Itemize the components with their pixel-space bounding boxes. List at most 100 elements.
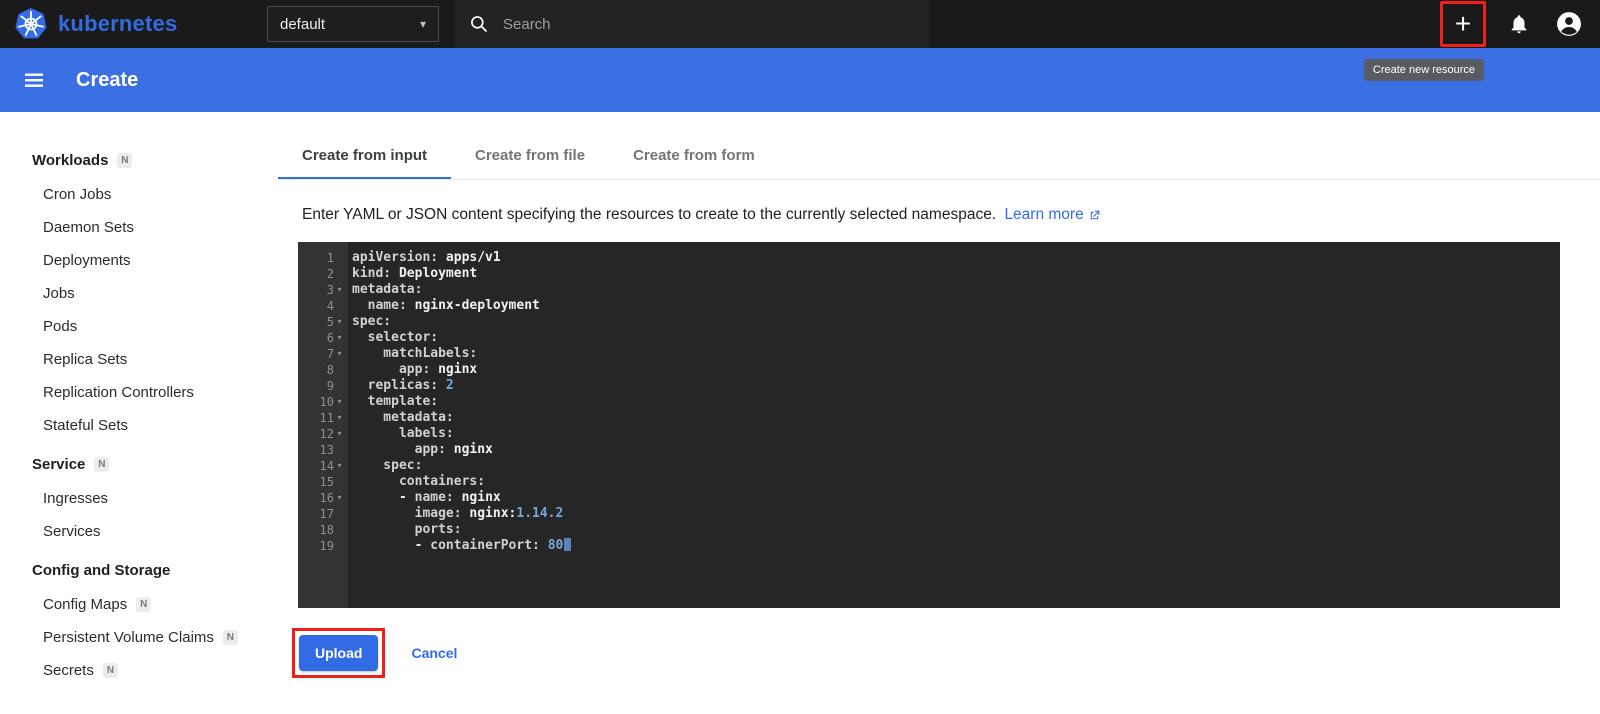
item-label: Config Maps	[43, 596, 128, 613]
gutter-row: 12 ▾	[298, 426, 348, 442]
item-label: Services	[43, 523, 101, 540]
line-number: 5	[326, 315, 334, 329]
sidebar-section-config-and-storage[interactable]: Config and Storage	[32, 552, 278, 588]
sidebar-section-service[interactable]: Service N	[32, 446, 278, 482]
search-box	[455, 0, 929, 48]
sidebar-item-daemon-sets[interactable]: Daemon Sets	[32, 211, 278, 244]
sidebar-item-deployments[interactable]: Deployments	[32, 244, 278, 277]
gutter-row: 4	[298, 298, 348, 314]
gutter-row: 18	[298, 522, 348, 538]
external-link-icon	[1090, 210, 1100, 219]
gutter-row: 10 ▾	[298, 394, 348, 410]
line-number: 15	[319, 475, 334, 489]
sidebar-item-replication-controllers[interactable]: Replication Controllers	[32, 376, 278, 409]
line-number: 3	[326, 283, 334, 297]
sidebar-section-workloads[interactable]: Workloads N	[32, 142, 278, 178]
gutter-row: 5 ▾	[298, 314, 348, 330]
code-line[interactable]: metadata:	[352, 410, 1560, 426]
menu-button[interactable]	[18, 64, 50, 96]
code-line[interactable]: name: nginx-deployment	[352, 298, 1560, 314]
fold-chevron-icon[interactable]: ▾	[334, 494, 345, 502]
item-label: Ingresses	[43, 490, 109, 507]
gutter-row: 13	[298, 442, 348, 458]
line-number: 4	[326, 299, 334, 313]
namespaced-badge: N	[222, 630, 238, 645]
fold-chevron-icon[interactable]: ▾	[334, 350, 345, 358]
sidebar-item-ingresses[interactable]: Ingresses	[32, 482, 278, 515]
create-button[interactable]: +	[1446, 7, 1480, 41]
fold-chevron-icon[interactable]: ▾	[334, 318, 345, 326]
code-line[interactable]: template:	[352, 394, 1560, 410]
fold-chevron-icon[interactable]: ▾	[334, 286, 345, 294]
learn-more-link[interactable]: Learn more	[1004, 206, 1100, 224]
fold-chevron-icon[interactable]: ▾	[334, 462, 345, 470]
sidebar-item-secrets[interactable]: Secrets N	[32, 654, 278, 687]
namespaced-badge: N	[102, 663, 118, 678]
notifications-button[interactable]	[1502, 7, 1536, 41]
line-number: 16	[319, 491, 334, 505]
code-line[interactable]: - containerPort: 80	[352, 538, 1560, 554]
text-cursor	[564, 538, 572, 551]
gutter-row: 9	[298, 378, 348, 394]
code-line[interactable]: - name: nginx	[352, 490, 1560, 506]
gutter-row: 15	[298, 474, 348, 490]
line-number: 6	[326, 331, 334, 345]
upload-annotation-box: Upload	[292, 628, 386, 678]
sidebar-item-cron-jobs[interactable]: Cron Jobs	[32, 178, 278, 211]
yaml-editor[interactable]: 1 2 3 ▾ 4 5 ▾ 6 ▾ 7 ▾ 8 9 10 ▾ 11 ▾ 12 ▾ 13 14 ▾ 15 16 ▾ 17 18 19 a…	[298, 242, 1560, 608]
fold-chevron-icon[interactable]: ▾	[334, 398, 345, 406]
code-line[interactable]: kind: Deployment	[352, 266, 1560, 282]
code-line[interactable]: app: nginx	[352, 442, 1560, 458]
sidebar-item-pods[interactable]: Pods	[32, 310, 278, 343]
code-line[interactable]: apiVersion: apps/v1	[352, 250, 1560, 266]
tab-create-from-file[interactable]: Create from file	[451, 134, 609, 179]
namespace-select[interactable]: default ▾	[267, 6, 439, 42]
tab-create-from-form[interactable]: Create from form	[609, 134, 779, 179]
code-line[interactable]: containers:	[352, 474, 1560, 490]
search-input[interactable]	[503, 15, 915, 33]
gutter-row: 11 ▾	[298, 410, 348, 426]
upload-button[interactable]: Upload	[299, 635, 379, 671]
plus-icon: +	[1454, 8, 1472, 39]
chevron-down-icon: ▾	[419, 17, 426, 31]
create-tooltip: Create new resource	[1363, 59, 1484, 81]
tab-create-from-input[interactable]: Create from input	[278, 134, 452, 179]
code-line[interactable]: app: nginx	[352, 362, 1560, 378]
code-line[interactable]: spec:	[352, 458, 1560, 474]
sidebar-item-jobs[interactable]: Jobs	[32, 277, 278, 310]
code-line[interactable]: replicas: 2	[352, 378, 1560, 394]
item-label: Stateful Sets	[43, 417, 129, 434]
line-number: 14	[319, 459, 334, 473]
fold-chevron-icon[interactable]: ▾	[334, 430, 345, 438]
code-line[interactable]: spec:	[352, 314, 1560, 330]
fold-chevron-icon[interactable]: ▾	[334, 334, 345, 342]
brand[interactable]: kubernetes	[14, 7, 179, 41]
item-label: Cron Jobs	[43, 186, 112, 203]
description: Enter YAML or JSON content specifying th…	[302, 206, 1600, 224]
gutter-row: 2	[298, 266, 348, 282]
sidebar-item-stateful-sets[interactable]: Stateful Sets	[32, 409, 278, 442]
gutter-row: 1	[298, 250, 348, 266]
gutter-row: 17	[298, 506, 348, 522]
cancel-button[interactable]: Cancel	[411, 645, 457, 661]
code-line[interactable]: selector:	[352, 330, 1560, 346]
sidebar-item-persistent-volume-claims[interactable]: Persistent Volume Claims N	[32, 621, 278, 654]
account-button[interactable]	[1552, 7, 1586, 41]
sidebar-item-replica-sets[interactable]: Replica Sets	[32, 343, 278, 376]
editor-code[interactable]: apiVersion: apps/v1 kind: Deployment metad…	[348, 242, 1560, 608]
code-line[interactable]: ports:	[352, 522, 1560, 538]
fold-chevron-icon[interactable]: ▾	[334, 414, 345, 422]
sidebar-item-services[interactable]: Services	[32, 515, 278, 548]
sidebar-item-config-maps[interactable]: Config Maps N	[32, 588, 278, 621]
code-line[interactable]: image: nginx:1.14.2	[352, 506, 1560, 522]
search-icon	[471, 16, 488, 33]
code-line[interactable]: metadata:	[352, 282, 1560, 298]
editor-gutter: 1 2 3 ▾ 4 5 ▾ 6 ▾ 7 ▾ 8 9 10 ▾ 11 ▾ 12 ▾ 13 14 ▾ 15 16 ▾ 17 18 19	[298, 242, 348, 608]
gutter-row: 6 ▾	[298, 330, 348, 346]
line-number: 9	[326, 379, 334, 393]
code-line[interactable]: matchLabels:	[352, 346, 1560, 362]
bell-icon	[1511, 15, 1527, 34]
namespaced-badge: N	[94, 456, 110, 472]
line-number: 7	[326, 347, 334, 361]
code-line[interactable]: labels:	[352, 426, 1560, 442]
